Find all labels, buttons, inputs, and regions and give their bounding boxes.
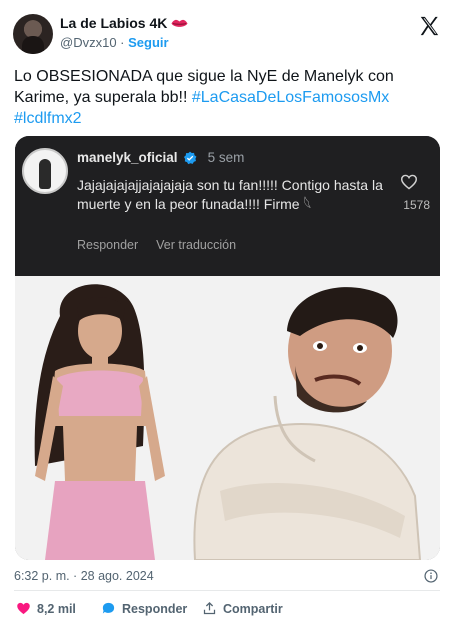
author-name-row: La de Labios 4K [60,15,188,31]
verified-badge-icon [183,151,196,164]
instagram-comment-text: Jajajajajajjajajajaja son tu fan!!!!! Co… [77,177,383,212]
like-count: 8,2 mil [37,601,76,616]
x-logo-icon[interactable] [418,15,440,37]
embedded-image[interactable]: manelyk_oficial 5 sem Jajajajajajjajajaj… [15,136,440,560]
footer-divider [14,590,440,591]
reply-bubble-icon [102,602,115,614]
instagram-reply-label: Responder [77,238,139,252]
author-handle[interactable]: @Dvzx10 [60,35,117,50]
instagram-avatar [22,148,68,194]
like-button[interactable]: 8,2 mil [16,601,76,616]
author-handle-row: @Dvzx10 · Seguir [60,35,169,50]
meme-photo [15,276,440,560]
instagram-comment-time: 5 sem [207,150,245,165]
instagram-username: manelyk_oficial [77,150,178,165]
tweet-text: Lo OBSESIONADA que sigue la NyE de Manel… [14,66,434,129]
share-label: Compartir [223,601,283,616]
instagram-translate-label: Ver traducción [156,238,237,252]
share-button[interactable]: Compartir [202,601,283,616]
tweet-timestamp[interactable]: 6:32 p. m. · 28 ago. 2024 [14,569,154,583]
hashtag-link[interactable]: #lcdlfmx2 [14,110,82,127]
heart-icon [17,602,30,615]
reply-label: Responder [122,601,188,616]
heart-outline-icon [400,174,418,190]
instagram-like-count: 1578 [403,198,430,212]
author-avatar[interactable] [13,14,53,54]
author-display-name[interactable]: La de Labios 4K [60,15,167,31]
reply-button[interactable]: Responder [101,601,187,616]
share-icon [203,601,216,615]
instagram-comment-actions: Responder Ver traducción [77,238,236,252]
info-icon[interactable] [424,569,438,583]
instagram-user-row: manelyk_oficial 5 sem [77,150,244,165]
hashtag-link[interactable]: #LaCasaDeLosFamososMx [192,89,389,106]
instagram-comment: manelyk_oficial 5 sem Jajajajajajjajajaj… [15,136,440,276]
handle-separator: · [120,35,125,50]
tweet-card: La de Labios 4K @Dvzx10 · Seguir Lo OBSE… [0,0,454,620]
lips-icon [171,19,188,27]
follow-link[interactable]: Seguir [128,35,168,50]
